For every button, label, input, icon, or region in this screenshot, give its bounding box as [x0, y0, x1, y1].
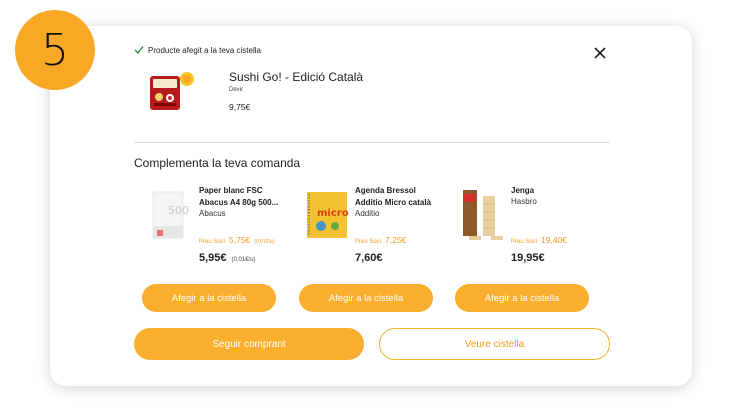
check-icon — [134, 46, 144, 55]
member-price: 19,40€ — [541, 235, 568, 245]
suggested-product-card: Jenga Hasbro Preu Soci 19,40€ 19,95€ — [461, 182, 611, 272]
product-name-line2[interactable]: Additio Micro català — [355, 197, 455, 209]
product-name-line1[interactable]: Agenda Bressol — [355, 185, 455, 197]
add-to-cart-button[interactable]: Afegir a la cistella — [455, 284, 589, 312]
close-icon[interactable] — [593, 46, 607, 60]
member-price-label: Preu Soci — [355, 239, 382, 245]
suggested-product-card: micro Agenda Bressol Additio Micro catal… — [305, 182, 455, 272]
jenga-image[interactable] — [461, 186, 505, 244]
product-brand: Additio — [355, 209, 380, 218]
product-price: 5,95€ — [199, 252, 227, 264]
product-name[interactable]: Agenda Bressol Additio Micro català — [355, 185, 455, 209]
product-name[interactable]: Jenga — [511, 185, 611, 197]
member-price: 5,75€ — [229, 235, 251, 245]
member-price-row: Preu Soci 19,40€ — [511, 235, 567, 245]
divider — [134, 142, 610, 143]
product-brand: Abacus — [199, 209, 226, 218]
price-row: 5,95€ (0,01€/u) — [199, 252, 256, 264]
added-product-title: Sushi Go! - Edició Català — [229, 70, 364, 84]
product-name-line2[interactable]: Abacus A4 80g 500... — [199, 197, 299, 209]
unit-price: (0,01€/u) — [231, 257, 256, 263]
product-price: 7,60€ — [355, 252, 383, 264]
added-product-price: 9,75€ — [229, 102, 251, 112]
keep-shopping-button[interactable]: Seguir comprant — [134, 328, 364, 360]
confirmation-text: Producte afegit a la teva cistella — [148, 45, 261, 55]
member-price: 7,25€ — [385, 235, 407, 245]
agenda-image[interactable]: micro — [305, 186, 349, 244]
step-number-badge: 5 — [15, 10, 95, 90]
view-cart-button[interactable]: Veure cistella — [379, 328, 610, 360]
product-name[interactable]: Paper blanc FSC Abacus A4 80g 500... — [199, 185, 299, 209]
added-confirmation: Producte afegit a la teva cistella — [134, 45, 261, 55]
add-to-cart-button[interactable]: Afegir a la cistella — [142, 284, 276, 312]
price-row: 7,60€ — [355, 252, 383, 264]
product-name-line1[interactable]: Jenga — [511, 185, 611, 197]
svg-text:micro: micro — [317, 208, 349, 219]
product-brand: Hasbro — [511, 197, 537, 206]
added-to-cart-modal: Producte afegit a la teva cistella Sushi… — [50, 26, 692, 386]
product-name-line1[interactable]: Paper blanc FSC — [199, 185, 299, 197]
member-price-row: Preu Soci 5,75€ (0,01€/u) — [199, 235, 274, 245]
member-price-label: Preu Soci — [199, 239, 226, 245]
add-to-cart-button[interactable]: Afegir a la cistella — [299, 284, 433, 312]
price-row: 19,95€ — [511, 252, 545, 264]
complement-section-title: Complementa la teva comanda — [134, 156, 301, 170]
svg-text:500: 500 — [168, 204, 189, 217]
paper-ream-image[interactable]: 500 — [149, 186, 193, 244]
product-price: 19,95€ — [511, 252, 545, 264]
sushi-go-product-image — [150, 72, 194, 110]
member-unit-price: (0,01€/u) — [254, 239, 275, 245]
member-price-label: Preu Soci — [511, 239, 538, 245]
suggested-product-card: 500 Paper blanc FSC Abacus A4 80g 500...… — [149, 182, 299, 272]
member-price-row: Preu Soci 7,25€ — [355, 235, 406, 245]
added-product-brand: Devir — [229, 87, 244, 93]
